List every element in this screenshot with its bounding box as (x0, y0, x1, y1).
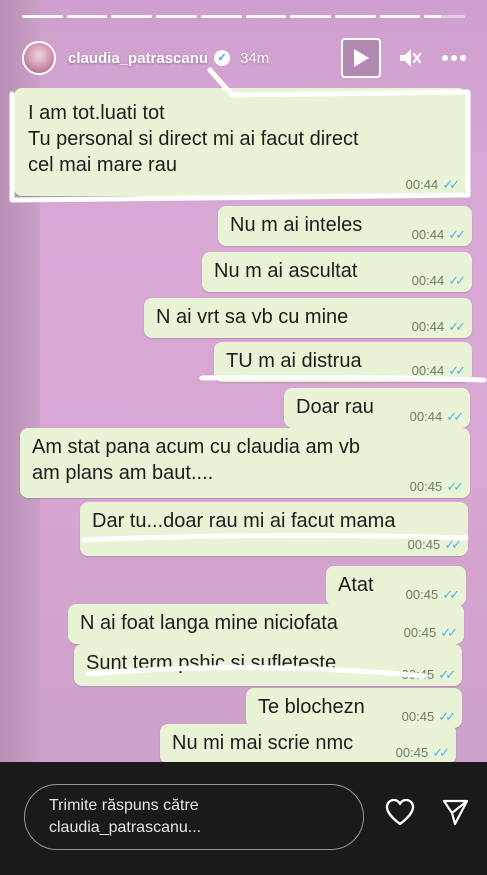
progress-fill (200, 15, 242, 18)
progress-fill (156, 15, 197, 18)
progress-segment (424, 15, 466, 18)
story-frame: I am tot.luati tot Tu personal si direct… (0, 0, 487, 762)
progress-fill (245, 15, 287, 18)
progress-segment (334, 15, 376, 18)
progress-fill (290, 15, 331, 18)
more-icon (442, 55, 466, 61)
progress-segment (200, 15, 242, 18)
progress-fill (66, 15, 108, 18)
play-button[interactable] (341, 38, 381, 78)
progress-segment (156, 15, 197, 18)
progress-segment (290, 15, 331, 18)
progress-segment (245, 15, 287, 18)
progress-segment (22, 15, 63, 18)
reply-placeholder-line: Trimite răspuns către (49, 797, 199, 814)
progress-segment (111, 15, 153, 18)
story-progress-bar (22, 15, 466, 18)
progress-fill (334, 15, 376, 18)
underline-mark (199, 374, 487, 383)
progress-segment (66, 15, 108, 18)
reply-placeholder-line: claudia_patrascanu... (49, 819, 202, 836)
avatar[interactable] (22, 41, 56, 75)
underline-mark (85, 664, 427, 679)
username[interactable]: claudia_patrascanu (68, 50, 208, 67)
heart-icon[interactable] (385, 798, 415, 826)
verified-icon: ✓ (214, 50, 231, 66)
mute-icon (400, 49, 422, 67)
highlight-markings (9, 67, 487, 679)
story-header: claudia_patrascanu ✓ 34m (22, 38, 469, 78)
play-icon (354, 49, 369, 67)
progress-segment (379, 15, 421, 18)
send-icon[interactable] (441, 798, 469, 826)
more-button[interactable] (439, 43, 469, 73)
reply-actions (385, 798, 469, 826)
highlight-outline (9, 67, 471, 203)
header-actions (341, 38, 469, 78)
progress-fill (424, 15, 441, 18)
progress-fill (111, 15, 153, 18)
time-ago: 34m (240, 49, 270, 67)
progress-fill (22, 15, 63, 18)
reply-bar: Trimite răspuns către claudia_patrascanu… (0, 762, 487, 875)
progress-fill (379, 15, 421, 18)
mute-button[interactable] (395, 43, 425, 73)
underline-mark (81, 532, 469, 543)
reply-input[interactable]: Trimite răspuns către claudia_patrascanu… (24, 784, 364, 850)
